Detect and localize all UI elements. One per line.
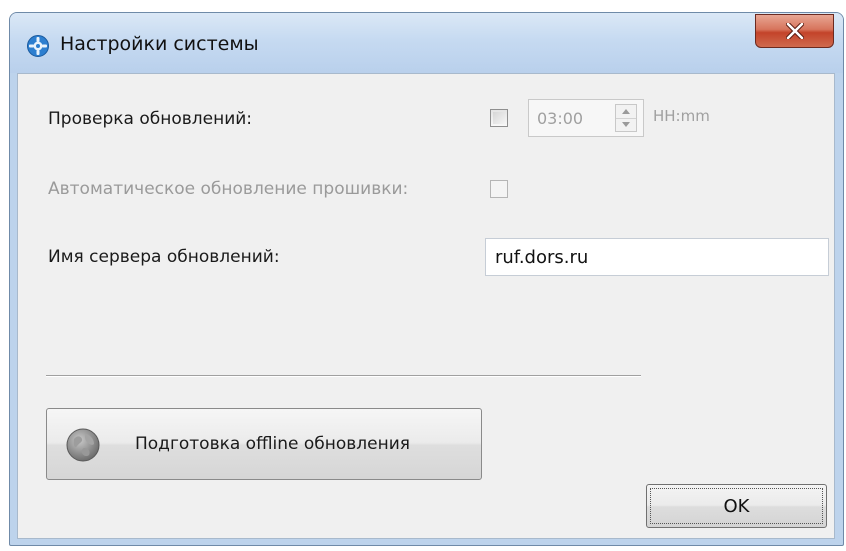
- spinner-up-button[interactable]: [616, 105, 636, 119]
- window-title: Настройки системы: [60, 33, 259, 55]
- firmware-auto-update-checkbox[interactable]: [490, 180, 508, 198]
- firmware-auto-update-label: Автоматическое обновление прошивки:: [48, 179, 409, 199]
- dialog-content: Проверка обновлений: 03:00 HH:mm Автомат…: [17, 73, 835, 539]
- title-bar[interactable]: Настройки системы: [10, 13, 843, 73]
- update-time-value: 03:00: [537, 109, 584, 128]
- prepare-offline-update-label: Подготовка offline обновления: [135, 434, 411, 454]
- close-button[interactable]: [755, 14, 834, 48]
- globe-icon: [65, 427, 101, 463]
- ok-button-label: OK: [723, 496, 750, 517]
- time-spinner[interactable]: [615, 104, 637, 132]
- update-server-input[interactable]: [485, 238, 829, 276]
- spinner-down-button[interactable]: [616, 118, 636, 131]
- update-server-label: Имя сервера обновлений:: [48, 247, 280, 267]
- settings-window: Настройки системы Проверка обновлений: 0…: [9, 12, 844, 546]
- separator-line: [46, 375, 641, 377]
- settings-gear-icon: [26, 34, 50, 58]
- update-time-input[interactable]: 03:00: [528, 99, 644, 137]
- ok-button[interactable]: OK: [646, 484, 827, 528]
- time-format-hint: HH:mm: [653, 107, 710, 125]
- update-check-label: Проверка обновлений:: [48, 109, 253, 129]
- prepare-offline-update-button[interactable]: Подготовка offline обновления: [46, 408, 482, 480]
- checkbox-fill: [493, 112, 505, 124]
- update-check-checkbox[interactable]: [490, 109, 508, 127]
